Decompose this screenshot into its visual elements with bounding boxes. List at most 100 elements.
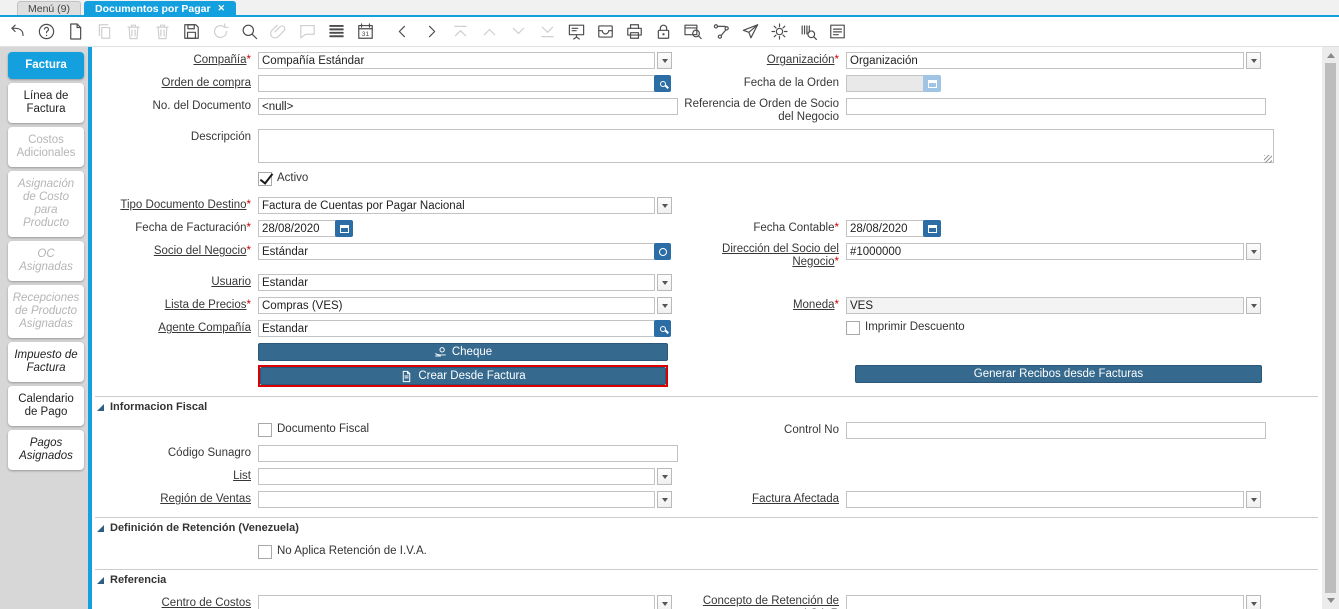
highlight-annotation: Crear Desde Factura	[258, 365, 668, 387]
collapse-icon[interactable]	[97, 404, 104, 411]
factura-afectada-dropdown-button[interactable]	[1246, 491, 1261, 508]
factura-afectada-input[interactable]	[846, 491, 1244, 508]
fecha-facturacion-calendar-button[interactable]	[335, 220, 353, 237]
control-no-input[interactable]	[846, 422, 1266, 439]
usuario-label[interactable]: Usuario	[95, 274, 258, 291]
fecha-facturacion-input[interactable]	[258, 220, 336, 237]
calendar-icon[interactable]: 31	[355, 22, 375, 42]
lista-precios-dropdown-button[interactable]	[657, 297, 672, 314]
orden-compra-input[interactable]	[258, 75, 655, 92]
moneda-dropdown-button[interactable]	[1246, 297, 1261, 314]
socio-negocio-info-button[interactable]	[654, 243, 671, 260]
moneda-label[interactable]: Moneda*	[680, 297, 846, 314]
zoom-across-icon[interactable]	[682, 22, 702, 42]
product-info-icon[interactable]	[798, 22, 818, 42]
list-label[interactable]: List	[95, 468, 258, 485]
cheque-button[interactable]: Cheque	[258, 343, 668, 361]
socio-negocio-label[interactable]: Socio del Negocio*	[95, 243, 258, 260]
crear-desde-factura-button[interactable]: Crear Desde Factura	[260, 367, 666, 385]
region-ventas-label[interactable]: Región de Ventas	[95, 491, 258, 508]
centro-costos-dropdown-button[interactable]	[657, 595, 672, 609]
usuario-dropdown-button[interactable]	[657, 274, 672, 291]
send-mail-icon[interactable]	[740, 22, 760, 42]
agente-compania-search-button[interactable]	[654, 320, 671, 337]
activo-checkbox[interactable]	[258, 172, 272, 186]
scroll-up-icon[interactable]	[1327, 53, 1335, 58]
find-icon[interactable]	[239, 22, 259, 42]
orden-compra-search-button[interactable]	[654, 75, 671, 92]
direccion-socio-dropdown-button[interactable]	[1246, 243, 1261, 260]
compania-label[interactable]: Compañía*	[95, 52, 258, 69]
lock-icon[interactable]	[653, 22, 673, 42]
sidebar-tab-factura[interactable]: Factura	[8, 52, 84, 79]
fecha-contable-calendar-button[interactable]	[923, 220, 941, 237]
sidebar-tab-calendario-de-pago[interactable]: Calendario de Pago	[8, 386, 84, 426]
orden-compra-label[interactable]: Orden de compra	[95, 75, 258, 92]
refresh-icon	[210, 22, 230, 42]
print-icon[interactable]	[624, 22, 644, 42]
tab-documentos-por-pagar[interactable]: Documentos por Pagar ✕	[84, 1, 236, 15]
moneda-input[interactable]	[846, 297, 1244, 314]
compania-input[interactable]	[258, 52, 655, 69]
socio-negocio-input[interactable]	[258, 243, 655, 260]
usuario-input[interactable]	[258, 274, 655, 291]
preferences-icon[interactable]	[769, 22, 789, 42]
close-icon[interactable]: ✕	[218, 4, 226, 13]
help-icon[interactable]	[36, 22, 56, 42]
next-record-icon[interactable]	[421, 22, 441, 42]
region-ventas-dropdown-button[interactable]	[657, 491, 672, 508]
direccion-socio-label[interactable]: Dirección del Socio del Negocio*	[680, 243, 846, 268]
undo-icon[interactable]	[7, 22, 27, 42]
list-dropdown-button[interactable]	[657, 468, 672, 485]
report-icon[interactable]	[566, 22, 586, 42]
workflow-icon[interactable]	[711, 22, 731, 42]
factura-afectada-label[interactable]: Factura Afectada	[680, 491, 846, 508]
concepto-islr-dropdown-button[interactable]	[1246, 595, 1261, 609]
compania-dropdown-button[interactable]	[657, 52, 672, 69]
tab-menu[interactable]: Menú (9)	[17, 1, 81, 15]
archive-icon[interactable]	[595, 22, 615, 42]
chat-icon	[297, 22, 317, 42]
concepto-islr-label[interactable]: Concepto de Retención de I.S.L.R	[680, 595, 846, 609]
referencia-orden-input[interactable]	[846, 98, 1266, 115]
collapse-icon[interactable]	[97, 525, 104, 532]
agente-compania-input[interactable]	[258, 320, 655, 337]
centro-costos-label[interactable]: Centro de Costos	[95, 595, 258, 609]
save-icon[interactable]	[181, 22, 201, 42]
agente-compania-label[interactable]: Agente Compañía	[95, 320, 258, 337]
scroll-down-icon[interactable]	[1327, 598, 1335, 603]
sidebar-tab-impuesto-de-factura[interactable]: Impuesto de Factura	[8, 342, 84, 382]
tipo-doc-destino-label[interactable]: Tipo Documento Destino*	[95, 197, 258, 214]
collapse-icon[interactable]	[97, 577, 104, 584]
new-record-icon[interactable]	[65, 22, 85, 42]
previous-record-icon[interactable]	[392, 22, 412, 42]
region-ventas-input[interactable]	[258, 491, 655, 508]
fecha-contable-input[interactable]	[846, 220, 924, 237]
scrollbar[interactable]	[1322, 47, 1339, 609]
quick-form-icon[interactable]	[827, 22, 847, 42]
sidebar-tab-pagos-asignados[interactable]: Pagos Asignados	[8, 430, 84, 470]
sidebar-tab-linea-de-factura[interactable]: Línea de Factura	[8, 83, 84, 123]
organizacion-label[interactable]: Organización*	[680, 52, 846, 69]
documento-fiscal-checkbox[interactable]	[258, 423, 272, 437]
descripcion-textarea[interactable]	[258, 129, 1274, 163]
organizacion-dropdown-button[interactable]	[1246, 52, 1261, 69]
codigo-sunagro-input[interactable]	[258, 445, 678, 462]
lista-precios-label[interactable]: Lista de Precios*	[95, 297, 258, 314]
parent-record-icon	[479, 22, 499, 42]
imprimir-descuento-checkbox[interactable]	[846, 321, 860, 335]
grid-toggle-icon[interactable]	[326, 22, 346, 42]
scrollbar-thumb[interactable]	[1325, 63, 1336, 593]
no-documento-input[interactable]	[258, 98, 678, 115]
lista-precios-input[interactable]	[258, 297, 655, 314]
generar-recibos-button[interactable]: Generar Recibos desde Facturas	[855, 365, 1262, 383]
centro-costos-input[interactable]	[258, 595, 655, 609]
direccion-socio-input[interactable]	[846, 243, 1244, 260]
no-aplica-iva-checkbox[interactable]	[258, 545, 272, 559]
concepto-islr-input[interactable]	[846, 595, 1244, 609]
organizacion-input[interactable]	[846, 52, 1244, 69]
tipo-doc-destino-dropdown-button[interactable]	[657, 197, 672, 214]
first-record-icon	[450, 22, 470, 42]
tipo-doc-destino-input[interactable]	[258, 197, 655, 214]
list-input[interactable]	[258, 468, 655, 485]
